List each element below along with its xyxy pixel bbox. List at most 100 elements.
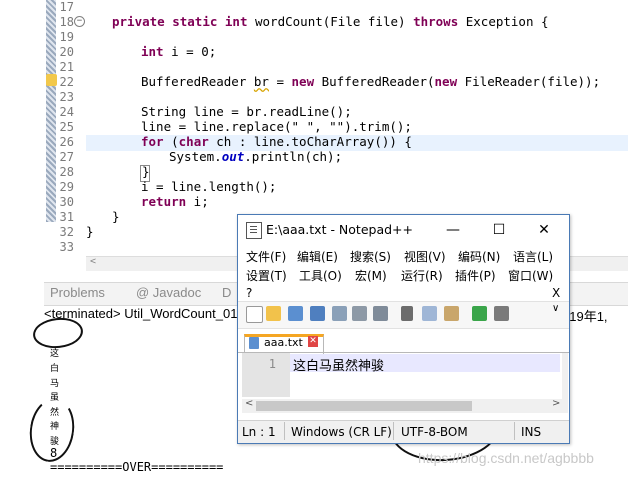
code-text: BufferedReader( (314, 74, 435, 89)
fold-collapse-icon[interactable]: − (74, 16, 85, 27)
menu-help[interactable]: ? (246, 286, 252, 300)
menu-tools[interactable]: 工具(O) (299, 267, 342, 284)
line-number: 23 (59, 90, 74, 104)
menu-plugins[interactable]: 插件(P) (455, 267, 496, 284)
warned-variable: br (253, 74, 269, 89)
menu-encoding[interactable]: 编码(N) (458, 248, 500, 265)
menu-search[interactable]: 搜索(S) (350, 248, 391, 265)
code-line-22[interactable]: BufferedReader br = new BufferedReader(n… (141, 74, 600, 89)
code-line-32[interactable]: } (86, 224, 94, 239)
document-text[interactable]: 这白马虽然神骏 (293, 355, 384, 374)
line-number: 17 (59, 0, 74, 14)
code-text: i; (186, 194, 209, 209)
menu-macro[interactable]: 宏(M) (355, 267, 387, 284)
code-text: ( (163, 134, 179, 149)
console-output-line: 白 (50, 364, 60, 374)
code-line-26[interactable]: for (char ch : line.toCharArray()) { (141, 134, 412, 149)
code-text: = (268, 74, 292, 89)
menu-run[interactable]: 运行(R) (401, 267, 443, 284)
code-text: Exception { (458, 14, 549, 29)
menu-settings[interactable]: 设置(T) (246, 267, 287, 284)
line-number: 18 (59, 15, 74, 29)
menu-language[interactable]: 语言(L) (513, 248, 553, 265)
line-number: 20 (59, 45, 74, 59)
line-number: 22 (59, 75, 74, 89)
code-text: wordCount(File file) (247, 14, 414, 29)
menu-file[interactable]: 文件(F) (246, 248, 286, 265)
maximize-button[interactable]: ☐ (484, 219, 514, 241)
close-file-icon[interactable] (332, 306, 347, 321)
code-text: ch : line.toCharArray()) { (208, 134, 412, 149)
status-divider (393, 422, 394, 440)
menu-window[interactable]: 窗口(W) (508, 267, 553, 284)
status-position: Ln : 1 (242, 425, 276, 439)
close-button[interactable]: ✕ (529, 219, 559, 241)
status-insert-mode[interactable]: INS (521, 425, 541, 439)
close-document-button[interactable]: X (552, 286, 560, 300)
line-number: 31 (59, 210, 74, 224)
tab-javadoc[interactable]: @ Javadoc (136, 285, 201, 300)
code-line-27[interactable]: System.out.println(ch); (169, 149, 342, 164)
redo-icon[interactable] (494, 306, 509, 321)
toolbar-overflow-icon[interactable]: ∨ (552, 303, 559, 314)
menu-view[interactable]: 视图(V) (404, 248, 446, 265)
code-line-28[interactable]: } (142, 164, 150, 179)
vertical-scrollbar[interactable] (562, 353, 568, 413)
code-line-29[interactable]: i = line.length(); (141, 179, 276, 194)
code-line-18[interactable]: private static int wordCount(File file) … (112, 14, 549, 29)
keyword: static (172, 14, 218, 29)
status-eol[interactable]: Windows (CR LF) (291, 425, 392, 439)
menu-edit[interactable]: 编辑(E) (297, 248, 338, 265)
keyword: char (178, 134, 209, 149)
scrollbar-thumb[interactable] (256, 401, 472, 411)
code-line-24[interactable]: String line = br.readLine(); (141, 104, 352, 119)
line-number: 1 (268, 357, 276, 371)
code-line-20[interactable]: int i = 0; (141, 44, 216, 59)
save-icon[interactable] (288, 306, 303, 321)
line-number: 26 (59, 135, 74, 149)
keyword: return (141, 194, 187, 209)
code-text: BufferedReader (141, 74, 254, 89)
line-number: 33 (59, 240, 74, 254)
line-number: 29 (59, 180, 74, 194)
copy-icon[interactable] (422, 306, 437, 321)
minimize-button[interactable]: — (438, 219, 468, 241)
line-number: 30 (59, 195, 74, 209)
change-marker-strip (46, 0, 56, 222)
code-line-31[interactable]: } (112, 209, 120, 224)
new-file-icon[interactable] (246, 306, 263, 323)
ink-annotation-circle (31, 315, 85, 351)
print-icon[interactable] (373, 306, 388, 321)
window-title: E:\aaa.txt - Notepad++ (266, 222, 413, 237)
file-icon (249, 337, 259, 349)
scroll-right-icon[interactable]: > (552, 398, 560, 409)
keyword: int (224, 14, 248, 29)
save-all-icon[interactable] (310, 306, 325, 321)
line-number: 21 (59, 60, 74, 74)
open-file-icon[interactable] (266, 306, 281, 321)
console-status-header: <terminated> Util_WordCount_01 (44, 306, 238, 321)
status-encoding[interactable]: UTF-8-BOM (401, 425, 468, 439)
ink-annotation-circle (25, 395, 79, 465)
keyword: throws (413, 14, 459, 29)
code-text: i = 0; (163, 44, 217, 59)
keyword: new (434, 74, 458, 89)
console-output-line: 马 (50, 379, 60, 389)
console-output-footer: ==========OVER========== (50, 460, 224, 474)
tab-problems[interactable]: Problems (50, 285, 105, 300)
code-line-25[interactable]: line = line.replace(" ", "").trim(); (141, 119, 412, 134)
paste-icon[interactable] (444, 306, 459, 321)
keyword: private (112, 14, 165, 29)
undo-icon[interactable] (472, 306, 487, 321)
code-line-30[interactable]: return i; (141, 194, 209, 209)
line-number: 25 (59, 120, 74, 134)
scroll-left-icon[interactable]: < (245, 398, 253, 409)
tab-declaration[interactable]: D (222, 285, 231, 300)
cut-icon[interactable] (401, 306, 413, 321)
notepad-plus-plus-window[interactable]: E:\aaa.txt - Notepad++ — ☐ ✕ 文件(F) 编辑(E)… (237, 214, 570, 444)
tab-close-icon[interactable]: ✕ (308, 336, 318, 347)
line-number: 27 (59, 150, 74, 164)
close-all-icon[interactable] (352, 306, 367, 321)
code-text: FileReader(file)); (457, 74, 601, 89)
scroll-left-icon[interactable]: < (90, 256, 96, 267)
